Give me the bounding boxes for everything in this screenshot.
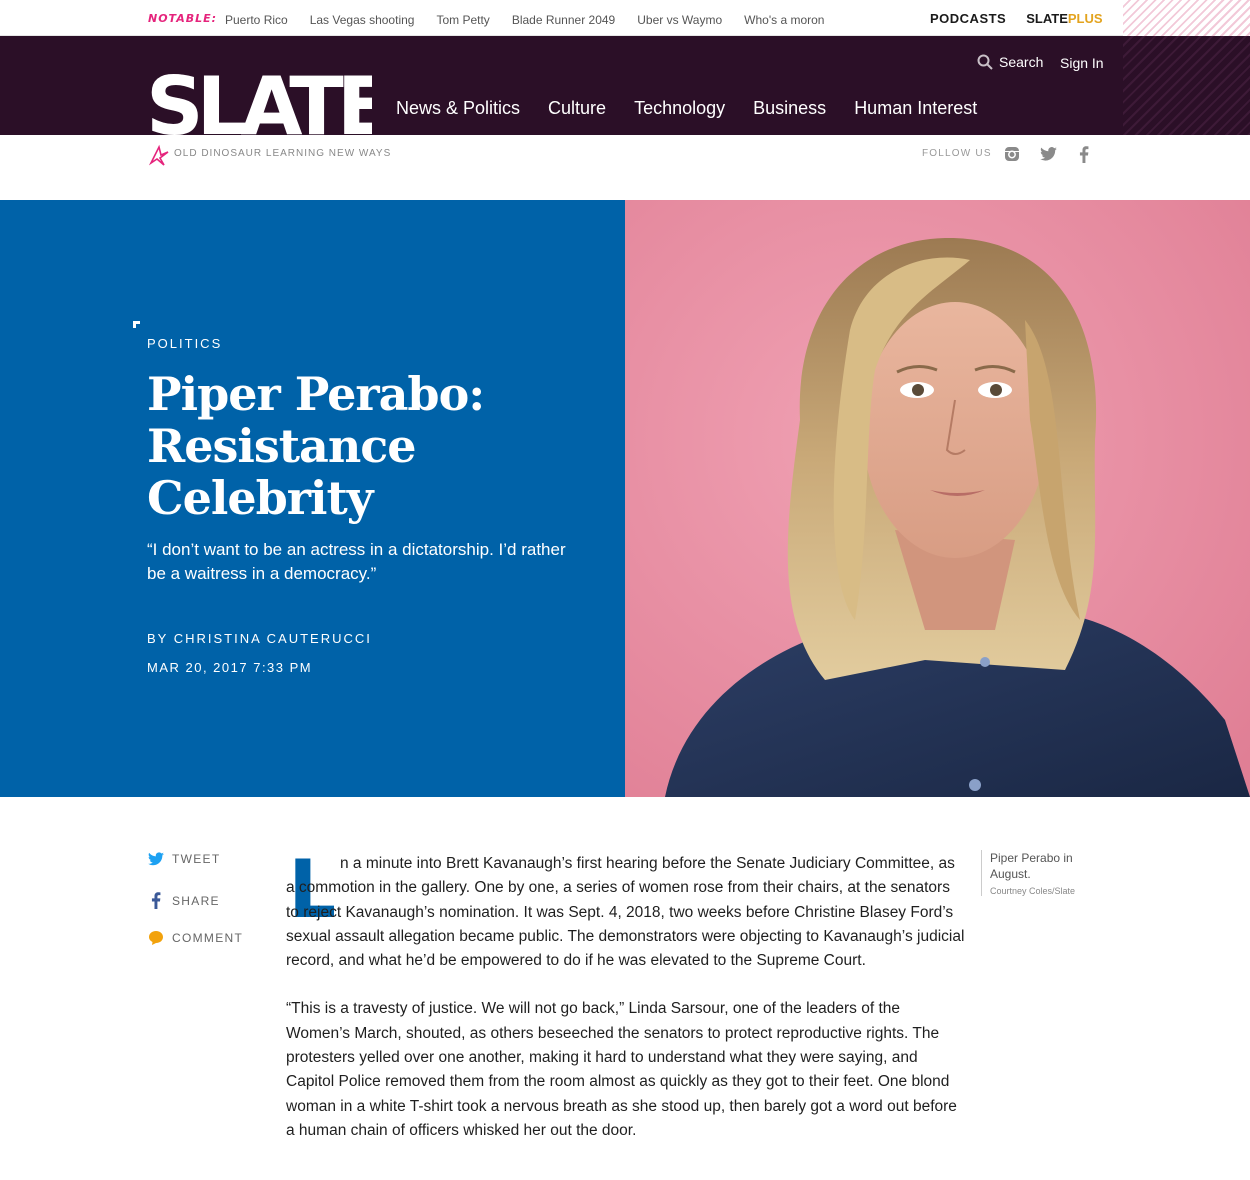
- article-date: MAR 20, 2017 7:33 PM: [147, 660, 313, 675]
- twitter-icon: [148, 852, 164, 866]
- search-button[interactable]: Search: [977, 54, 1043, 70]
- notable-links: Puerto Rico Las Vegas shooting Tom Petty…: [225, 13, 824, 27]
- twitter-link[interactable]: [1039, 145, 1057, 163]
- nav-item-technology[interactable]: Technology: [634, 98, 725, 119]
- instagram-link[interactable]: [1003, 145, 1021, 163]
- dinosaur-icon: [148, 144, 169, 166]
- nav-item-culture[interactable]: Culture: [548, 98, 606, 119]
- corner-mark: [133, 321, 140, 328]
- article-photo: [625, 200, 1250, 797]
- portrait-image: [625, 200, 1250, 797]
- body-paragraph: n a minute into Brett Kavanaugh’s first …: [286, 855, 965, 970]
- notable-link[interactable]: Puerto Rico: [225, 13, 288, 27]
- masthead: SLATE News & Politics Culture Technology…: [0, 36, 1250, 136]
- slate-plus-link[interactable]: SLATEPLUS: [1026, 11, 1102, 26]
- caption-text: Piper Perabo in August.: [990, 851, 1073, 881]
- article-hero: POLITICS Piper Perabo: Resistance Celebr…: [0, 200, 625, 797]
- blog-tagline[interactable]: OLD DINOSAUR LEARNING NEW WAYS: [174, 148, 391, 159]
- section-subbar: OLD DINOSAUR LEARNING NEW WAYS FOLLOW US: [0, 135, 1250, 175]
- tweet-label: TWEET: [172, 852, 221, 866]
- sign-in-link[interactable]: Sign In: [1060, 55, 1104, 71]
- notable-link[interactable]: Tom Petty: [436, 13, 489, 27]
- decorative-stripes: [1123, 36, 1250, 135]
- brand-links: PODCASTS SLATEPLUS: [930, 11, 1103, 26]
- notable-bar: NOTABLE: Puerto Rico Las Vegas shooting …: [0, 0, 1250, 36]
- article-body: n a minute into Brett Kavanaugh’s first …: [286, 852, 966, 1167]
- photo-credit: Courtney Coles/Slate: [990, 886, 1076, 896]
- slate-plus-label-b: PLUS: [1067, 11, 1103, 26]
- decorative-stripes: [1123, 0, 1250, 36]
- instagram-icon: [1005, 147, 1019, 161]
- nav-item-business[interactable]: Business: [753, 98, 826, 119]
- main-nav: News & Politics Culture Technology Busin…: [396, 98, 977, 119]
- follow-us-label: FOLLOW US: [922, 148, 992, 159]
- tweet-button[interactable]: TWEET: [148, 852, 221, 866]
- notable-label: NOTABLE:: [148, 12, 218, 25]
- podcasts-link[interactable]: PODCASTS: [930, 11, 1006, 26]
- twitter-icon: [1039, 147, 1057, 161]
- slate-plus-label-a: SLATE: [1026, 11, 1068, 26]
- body-paragraph: “This is a travesty of justice. We will …: [286, 1000, 957, 1139]
- photo-caption: Piper Perabo in August. Courtney Coles/S…: [981, 850, 1101, 896]
- comment-button[interactable]: COMMENT: [148, 930, 243, 946]
- share-label: SHARE: [172, 893, 220, 908]
- notable-link[interactable]: Uber vs Waymo: [637, 13, 722, 27]
- comment-label: COMMENT: [172, 931, 244, 945]
- facebook-icon: [151, 892, 161, 909]
- search-icon: [977, 54, 993, 70]
- slate-logo-text: SLATE: [148, 68, 372, 136]
- facebook-link[interactable]: [1075, 145, 1093, 163]
- share-button[interactable]: SHARE: [148, 892, 220, 909]
- comment-icon: [149, 931, 163, 945]
- facebook-icon: [1079, 145, 1089, 163]
- slate-logo[interactable]: SLATE: [148, 68, 372, 136]
- search-label: Search: [999, 54, 1044, 70]
- article-section[interactable]: POLITICS: [147, 336, 222, 351]
- notable-link[interactable]: Blade Runner 2049: [512, 13, 615, 27]
- nav-item-news-politics[interactable]: News & Politics: [396, 98, 520, 119]
- notable-link[interactable]: Who's a moron: [744, 13, 824, 27]
- article-byline[interactable]: BY CHRISTINA CAUTERUCCI: [147, 631, 372, 646]
- article-headline: Piper Perabo: Resistance Celebrity: [147, 367, 485, 525]
- nav-item-human-interest[interactable]: Human Interest: [854, 98, 977, 119]
- notable-link[interactable]: Las Vegas shooting: [310, 13, 415, 27]
- article-dek: “I don’t want to be an actress in a dict…: [147, 540, 566, 583]
